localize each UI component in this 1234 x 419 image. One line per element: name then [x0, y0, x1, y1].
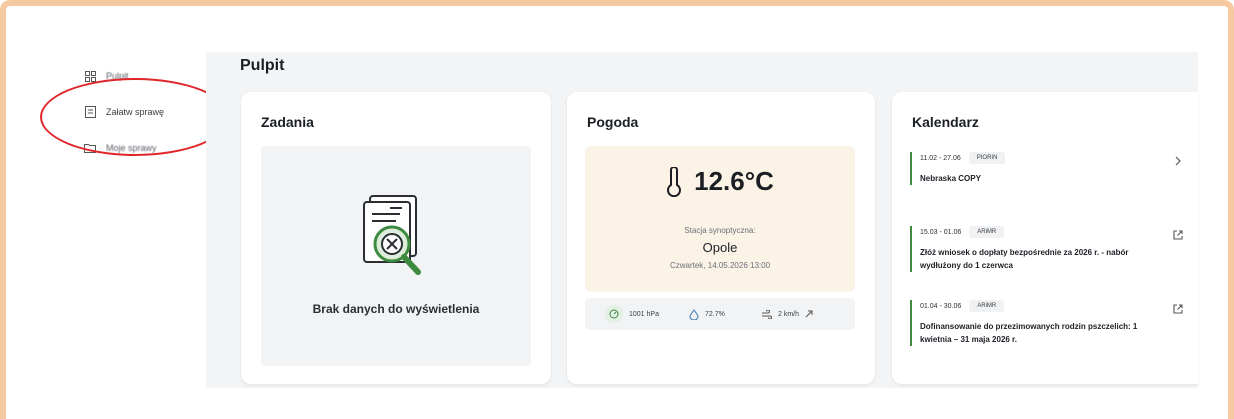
tasks-empty-text: Brak danych do wyświetlenia: [312, 302, 480, 316]
dashboard-icon: [84, 70, 96, 82]
station-label: Stacja synoptyczna:: [684, 226, 756, 235]
document-icon: [84, 106, 96, 118]
weather-card: Pogoda 12.6°C Stacja synoptyczna: Opole …: [567, 92, 875, 384]
gauge-icon: [605, 305, 623, 323]
weather-stats: 1001 hPa 72.7% 2 km/h: [585, 298, 855, 330]
temperature-value: 12.6°C: [694, 166, 774, 196]
sidebar: Pulpit Załatw sprawę Moje sprawy: [84, 58, 204, 166]
calendar-card: Kalendarz 11.02 - 27.06 PIORIN Nebraska …: [892, 92, 1198, 384]
calendar-event[interactable]: 01.04 - 30.06 ARiMR Dofinansowanie do pr…: [910, 300, 1183, 346]
tasks-card: Zadania Brak danych do wyświetlenia: [241, 92, 551, 384]
arrow-up-right-icon: [805, 310, 813, 318]
pressure-stat: 1001 hPa: [605, 305, 659, 323]
station-name: Opole: [702, 240, 738, 255]
droplet-icon: [689, 308, 699, 320]
humidity-value: 72.7%: [705, 310, 725, 318]
tasks-empty-state: Brak danych do wyświetlenia: [261, 146, 531, 366]
calendar-event[interactable]: 11.02 - 27.06 PIORIN Nebraska COPY: [910, 152, 1181, 185]
event-badge: ARiMR: [969, 300, 1005, 312]
calendar-card-title: Kalendarz: [912, 114, 979, 130]
document-search-icon: [363, 195, 421, 275]
calendar-event[interactable]: 15.03 - 01.06 ARiMR Złóż wniosek o dopła…: [910, 226, 1183, 272]
event-title: Dofinansowanie do przezimowanych rodzin …: [920, 322, 1138, 344]
sidebar-item-label: Załatw sprawę: [106, 107, 165, 117]
sidebar-item-moje-sprawy[interactable]: Moje sprawy: [84, 130, 204, 166]
dashboard-main: Pulpit Zadania Brak danych do wyświetlen…: [206, 52, 1198, 388]
wind-stat: 2 km/h: [761, 309, 813, 319]
sidebar-item-pulpit[interactable]: Pulpit: [84, 58, 204, 94]
thermometer-icon: [667, 166, 682, 197]
folder-icon: [84, 142, 96, 154]
external-link-icon[interactable]: [1172, 229, 1184, 241]
humidity-stat: 72.7%: [689, 308, 725, 320]
sidebar-item-label: Moje sprawy: [106, 143, 157, 153]
event-dates: 01.04 - 30.06: [920, 302, 962, 310]
event-title: Złóż wniosek o dopłaty bezpośrednie za 2…: [920, 248, 1129, 270]
wind-value: 2 km/h: [778, 310, 800, 318]
event-title: Nebraska COPY: [920, 174, 981, 183]
pressure-value: 1001 hPa: [629, 310, 659, 318]
event-dates: 15.03 - 01.06: [920, 228, 962, 236]
page-title: Pulpit: [240, 57, 285, 74]
external-link-icon[interactable]: [1172, 303, 1184, 315]
sidebar-item-label: Pulpit: [106, 71, 129, 81]
event-dates: 11.02 - 27.06: [920, 154, 961, 162]
weather-card-title: Pogoda: [587, 114, 639, 130]
tasks-card-title: Zadania: [261, 114, 314, 130]
sidebar-item-zalatw-sprawe[interactable]: Załatw sprawę: [84, 94, 204, 130]
chevron-right-icon[interactable]: [1172, 155, 1184, 167]
wind-icon: [762, 309, 772, 319]
event-badge: PIORIN: [968, 152, 1006, 164]
weather-summary: 12.6°C Stacja synoptyczna: Opole Czwarte…: [585, 146, 855, 292]
event-badge: ARiMR: [969, 226, 1005, 238]
weather-date: Czwartek, 14.05.2026 13:00: [669, 261, 771, 270]
